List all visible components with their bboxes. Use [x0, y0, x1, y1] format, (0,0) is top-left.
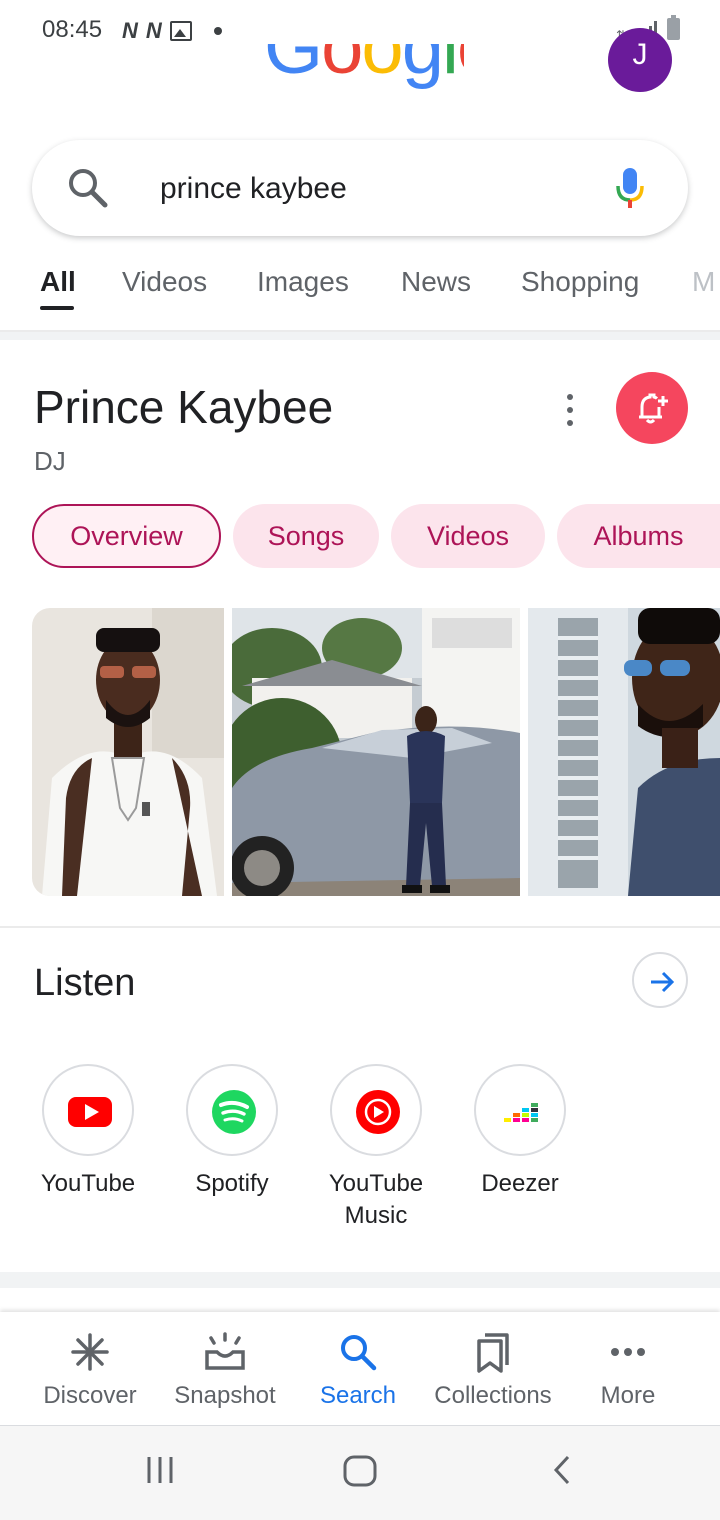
entity-photo-1[interactable]	[32, 608, 224, 896]
avatar-initial: J	[632, 38, 648, 71]
nav-search[interactable]: Search	[288, 1312, 428, 1426]
entity-subtitle: DJ	[34, 446, 66, 476]
mic-icon[interactable]	[614, 164, 646, 212]
nav-label: More	[600, 1382, 656, 1409]
section-separator	[0, 1272, 720, 1288]
youtube-music-icon-circle	[330, 1064, 422, 1156]
avatar[interactable]: J	[608, 28, 672, 92]
youtube-icon-circle	[42, 1064, 134, 1156]
nav-label: Discover	[43, 1382, 137, 1409]
spotify-icon-circle	[186, 1064, 278, 1156]
deezer-icon	[504, 1103, 538, 1122]
chip-overview[interactable]: Overview	[32, 504, 221, 568]
provider-label: Deezer	[481, 1170, 559, 1197]
search-tabs: All Videos Images News Shopping M	[0, 262, 720, 332]
search-icon[interactable]	[66, 166, 110, 210]
bell-add-icon	[639, 393, 668, 424]
battery-icon	[667, 15, 680, 40]
provider-label: Spotify	[195, 1170, 269, 1197]
provider-label: YouTube	[40, 1170, 136, 1197]
nav-discover[interactable]: Discover	[20, 1312, 160, 1426]
youtube-icon	[68, 1097, 112, 1127]
search-box[interactable]: prince kaybee	[32, 140, 688, 236]
section-divider	[0, 926, 720, 928]
search-icon	[341, 1335, 377, 1371]
follow-button[interactable]	[616, 372, 688, 444]
bottom-navigation: Discover Snapshot Search Collections Mor…	[0, 1312, 720, 1426]
back-icon[interactable]	[550, 1454, 574, 1486]
nav-snapshot[interactable]: Snapshot	[155, 1312, 295, 1426]
entity-photo-3[interactable]	[528, 608, 720, 896]
nav-label: Search	[319, 1382, 397, 1409]
notification-n-icon: N	[122, 18, 138, 43]
tab-active-indicator	[40, 306, 74, 310]
arrow-forward-icon	[651, 971, 675, 993]
more-options-icon[interactable]	[562, 394, 578, 426]
listen-title: Listen	[34, 962, 136, 1004]
status-time: 08:45	[42, 16, 103, 43]
nav-collections[interactable]: Collections	[423, 1312, 563, 1426]
nav-label: Snapshot	[174, 1382, 276, 1409]
google-logo[interactable]: Google	[264, 44, 464, 96]
nav-label: Collections	[434, 1382, 552, 1409]
nav-more[interactable]: More	[558, 1312, 698, 1426]
search-input[interactable]: prince kaybee	[160, 172, 347, 206]
google-logo-text: Google	[264, 44, 464, 90]
listen-more-button[interactable]	[632, 952, 688, 1008]
chip-albums[interactable]: Albums	[557, 504, 720, 568]
section-separator	[0, 332, 720, 340]
recent-apps-icon[interactable]	[144, 1454, 176, 1486]
chip-videos[interactable]: Videos	[391, 504, 545, 568]
tab-images[interactable]: Images	[257, 266, 349, 298]
collections-icon	[477, 1333, 509, 1373]
chip-songs[interactable]: Songs	[233, 504, 379, 568]
entity-title: Prince Kaybee	[34, 381, 334, 433]
home-icon[interactable]	[342, 1454, 378, 1488]
youtube-music-icon	[356, 1090, 400, 1134]
tab-videos[interactable]: Videos	[122, 266, 207, 298]
provider-label: YouTube Music	[328, 1170, 424, 1229]
tab-news[interactable]: News	[401, 266, 471, 298]
discover-icon	[71, 1333, 109, 1371]
more-icon	[611, 1348, 645, 1356]
notification-icons: N N	[122, 18, 222, 44]
deezer-icon-circle	[474, 1064, 566, 1156]
snapshot-icon	[205, 1332, 245, 1370]
tab-more-partial[interactable]: M	[692, 266, 715, 298]
entity-photo-2[interactable]	[232, 608, 520, 896]
tab-shopping[interactable]: Shopping	[521, 266, 639, 298]
tab-all[interactable]: All	[40, 266, 76, 298]
more-notifications-dot-icon	[213, 27, 222, 35]
image-notification-icon	[169, 21, 192, 41]
system-navigation-bar	[0, 1426, 720, 1520]
notification-n-icon: N	[145, 18, 162, 43]
spotify-icon	[212, 1090, 256, 1134]
